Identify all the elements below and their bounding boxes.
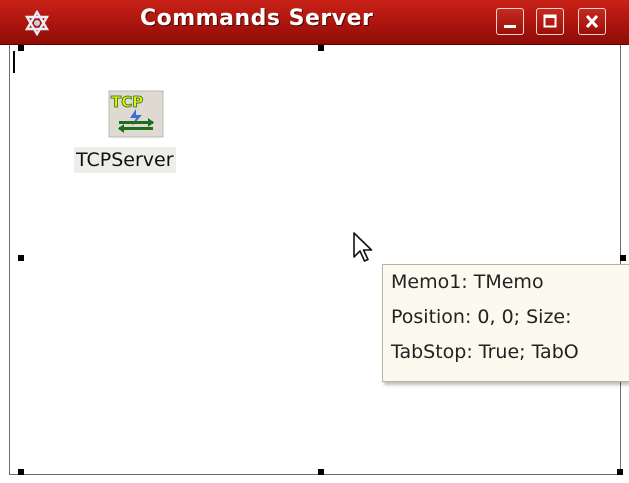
maximize-icon — [543, 14, 557, 28]
hint-tabstop-line: TabStop: True; TabO — [391, 341, 579, 363]
window-title-bar[interactable]: Commands Server — [0, 0, 629, 45]
grab-handle-top-left[interactable] — [18, 45, 24, 51]
grab-handle-top[interactable] — [318, 45, 324, 51]
tcp-server-component[interactable]: TCP — [108, 90, 164, 138]
component-hint-tooltip: Memo1: TMemo Position: 0, 0; Size: TabSt… — [382, 264, 629, 382]
mouse-pointer-icon — [353, 232, 373, 262]
window-title: Commands Server — [140, 6, 374, 31]
grab-handle-right[interactable] — [620, 255, 626, 261]
form-client-area[interactable]: TCP TCPServer Memo1: TMemo Position: 0, … — [0, 45, 629, 483]
hint-position-line: Position: 0, 0; Size: — [391, 306, 572, 328]
tcp-server-icon: TCP — [108, 90, 164, 138]
maximize-button[interactable] — [536, 8, 564, 35]
window-menu-icon[interactable] — [24, 9, 50, 37]
minimize-icon — [504, 25, 516, 28]
grab-handle-left[interactable] — [18, 255, 24, 261]
minimize-button[interactable] — [496, 8, 524, 35]
tcp-server-label: TCPServer — [74, 147, 176, 173]
svg-text:TCP: TCP — [111, 93, 143, 111]
grab-handle-bottom-right[interactable] — [617, 469, 623, 475]
close-icon — [585, 14, 599, 29]
memo-selection-frame[interactable] — [9, 45, 621, 475]
grab-handle-bottom-left[interactable] — [18, 469, 24, 475]
grab-handle-bottom[interactable] — [318, 469, 324, 475]
hint-name-line: Memo1: TMemo — [391, 271, 544, 293]
text-caret — [13, 51, 15, 73]
close-button[interactable] — [578, 8, 606, 35]
